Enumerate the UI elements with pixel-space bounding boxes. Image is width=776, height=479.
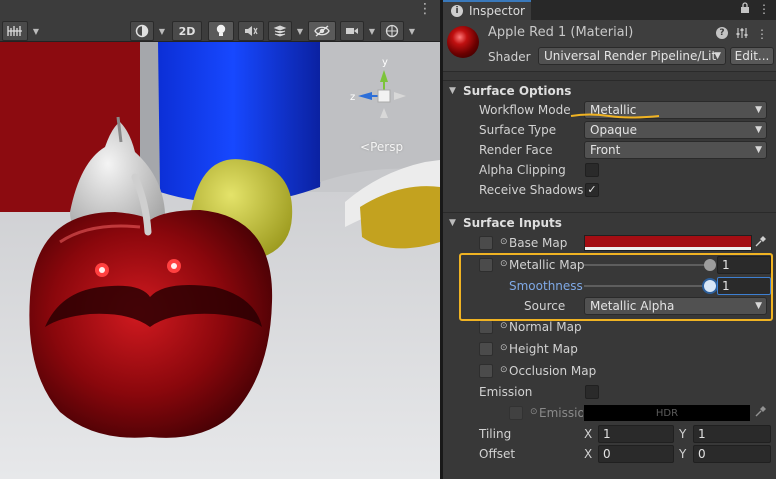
- emission-color-field[interactable]: HDR: [584, 405, 750, 421]
- chevron-down-icon: ▼: [755, 125, 762, 135]
- chevron-down-icon: ▼: [755, 301, 762, 311]
- chevron-down-icon: ▼: [755, 105, 762, 115]
- emission-map-row: ⊙ Emission HDR: [443, 403, 776, 423]
- audio-icon[interactable]: [238, 21, 264, 41]
- texture-picker-icon[interactable]: ⊙: [500, 321, 508, 331]
- shader-label: Shader: [488, 50, 531, 64]
- material-header: Apple Red 1 (Material) ? ⋮ Shader Univer…: [443, 20, 776, 72]
- scene-view[interactable]: ⋮ ▼ ▼ 2D ▼ ▼ ▼ y z <Persp: [0, 0, 440, 479]
- texture-picker-icon[interactable]: ⊙: [500, 343, 508, 353]
- alpha-clipping-checkbox[interactable]: [585, 163, 599, 177]
- camera-icon[interactable]: [340, 21, 364, 41]
- inspector-panel: i Inspector ⋮ Apple Red 1 (Material) ? ⋮…: [443, 0, 776, 479]
- tab-inspector[interactable]: i Inspector: [443, 0, 531, 20]
- render-face-dropdown[interactable]: Front ▼: [584, 141, 767, 159]
- workflow-mode-row: Workflow Mode Metallic ▼: [443, 100, 776, 120]
- chevron-down-icon: ▼: [714, 51, 721, 61]
- texture-picker-icon[interactable]: ⊙: [500, 237, 508, 247]
- shading-mode-icon[interactable]: [130, 21, 154, 41]
- emission-row: Emission: [443, 382, 776, 402]
- source-row: Source Metallic Alpha ▼: [443, 296, 776, 316]
- effects-dropdown-icon[interactable]: ▼: [294, 21, 306, 41]
- eyedropper-icon[interactable]: [755, 406, 766, 420]
- base-map-texture-slot[interactable]: [479, 236, 493, 250]
- scene-kebab-menu-icon[interactable]: ⋮: [418, 2, 432, 16]
- shading-dropdown-icon[interactable]: ▼: [156, 21, 168, 41]
- render-face-row: Render Face Front ▼: [443, 140, 776, 160]
- metallic-slider-track[interactable]: [584, 264, 710, 266]
- smoothness-value-field[interactable]: 1: [717, 277, 771, 295]
- occlusion-map-row: ⊙ Occlusion Map: [443, 361, 776, 381]
- tab-kebab-menu-icon[interactable]: ⋮: [758, 2, 770, 17]
- orientation-gizmo[interactable]: y z: [344, 56, 424, 136]
- lightbulb-icon[interactable]: [208, 21, 234, 41]
- material-title: Apple Red 1 (Material): [488, 25, 634, 40]
- help-icon[interactable]: ?: [716, 27, 728, 39]
- alpha-clipping-row: Alpha Clipping: [443, 160, 776, 180]
- chevron-down-icon: ▼: [755, 145, 762, 155]
- tiling-row: Tiling X 1 Y 1: [443, 424, 776, 444]
- preset-sliders-icon[interactable]: [736, 27, 748, 42]
- height-map-row: ⊙ Height Map: [443, 339, 776, 359]
- svg-text:z: z: [350, 92, 355, 103]
- texture-picker-icon[interactable]: ⊙: [500, 259, 508, 269]
- smoothness-slider-track[interactable]: [584, 285, 710, 287]
- smoothness-row: Smoothness 1: [443, 276, 776, 296]
- grid-dropdown-icon[interactable]: ▼: [30, 21, 42, 41]
- scene-toolbar: ⋮ ▼ ▼ 2D ▼ ▼ ▼: [0, 0, 440, 42]
- tiling-x-field[interactable]: 1: [598, 425, 674, 443]
- workflow-mode-dropdown[interactable]: Metallic ▼: [584, 101, 767, 119]
- offset-y-field[interactable]: 0: [693, 445, 771, 463]
- shader-dropdown[interactable]: Universal Render Pipeline/Lit ▼: [538, 47, 726, 65]
- eyedropper-icon[interactable]: [755, 236, 766, 250]
- material-preview-icon: [447, 26, 479, 58]
- texture-picker-icon[interactable]: ⊙: [530, 407, 538, 417]
- base-map-color-field[interactable]: [584, 235, 752, 251]
- checkmark-icon: ✓: [587, 183, 597, 196]
- metallic-map-texture-slot[interactable]: [479, 258, 493, 272]
- projection-label[interactable]: <Persp: [360, 140, 403, 154]
- metallic-slider-knob[interactable]: [704, 259, 716, 271]
- offset-x-field[interactable]: 0: [598, 445, 674, 463]
- foldout-arrow-icon: ▼: [449, 85, 456, 96]
- lock-icon[interactable]: [740, 2, 750, 17]
- hidden-eye-icon[interactable]: [308, 21, 336, 41]
- info-icon: i: [451, 5, 463, 17]
- edit-shader-button[interactable]: Edit...: [730, 47, 774, 65]
- receive-shadows-row: Receive Shadows ✓: [443, 180, 776, 200]
- toggle-2d-button[interactable]: 2D: [172, 21, 202, 41]
- metallic-map-row: ⊙ Metallic Map 1: [443, 255, 776, 275]
- surface-type-dropdown[interactable]: Opaque ▼: [584, 121, 767, 139]
- surface-type-row: Surface Type Opaque ▼: [443, 120, 776, 140]
- receive-shadows-checkbox[interactable]: ✓: [585, 183, 599, 197]
- base-map-row: ⊙ Base Map: [443, 233, 776, 253]
- smoothness-source-dropdown[interactable]: Metallic Alpha ▼: [584, 297, 767, 315]
- surface-options-header[interactable]: ▼ Surface Options: [443, 80, 776, 100]
- scene-viewport[interactable]: y z <Persp: [0, 42, 440, 479]
- normal-map-row: ⊙ Normal Map: [443, 317, 776, 337]
- smoothness-slider-knob[interactable]: [704, 280, 716, 292]
- grid-icon[interactable]: [2, 21, 28, 41]
- offset-row: Offset X 0 Y 0: [443, 444, 776, 464]
- gizmo-dropdown-icon[interactable]: ▼: [406, 21, 418, 41]
- inspector-tabbar: i Inspector ⋮: [443, 0, 776, 20]
- metallic-value-field[interactable]: 1: [717, 256, 771, 274]
- effects-icon[interactable]: [268, 21, 292, 41]
- emission-map-texture-slot[interactable]: [509, 406, 523, 420]
- camera-dropdown-icon[interactable]: ▼: [366, 21, 378, 41]
- svg-text:y: y: [382, 57, 388, 68]
- surface-inputs-header[interactable]: ▼ Surface Inputs: [443, 212, 776, 232]
- emission-checkbox[interactable]: [585, 385, 599, 399]
- gizmo-globe-icon[interactable]: [380, 21, 404, 41]
- material-kebab-menu-icon[interactable]: ⋮: [756, 27, 768, 42]
- normal-map-texture-slot[interactable]: [479, 320, 493, 334]
- occlusion-map-texture-slot[interactable]: [479, 364, 493, 378]
- texture-picker-icon[interactable]: ⊙: [500, 365, 508, 375]
- height-map-texture-slot[interactable]: [479, 342, 493, 356]
- tiling-y-field[interactable]: 1: [693, 425, 771, 443]
- foldout-arrow-icon: ▼: [449, 217, 456, 228]
